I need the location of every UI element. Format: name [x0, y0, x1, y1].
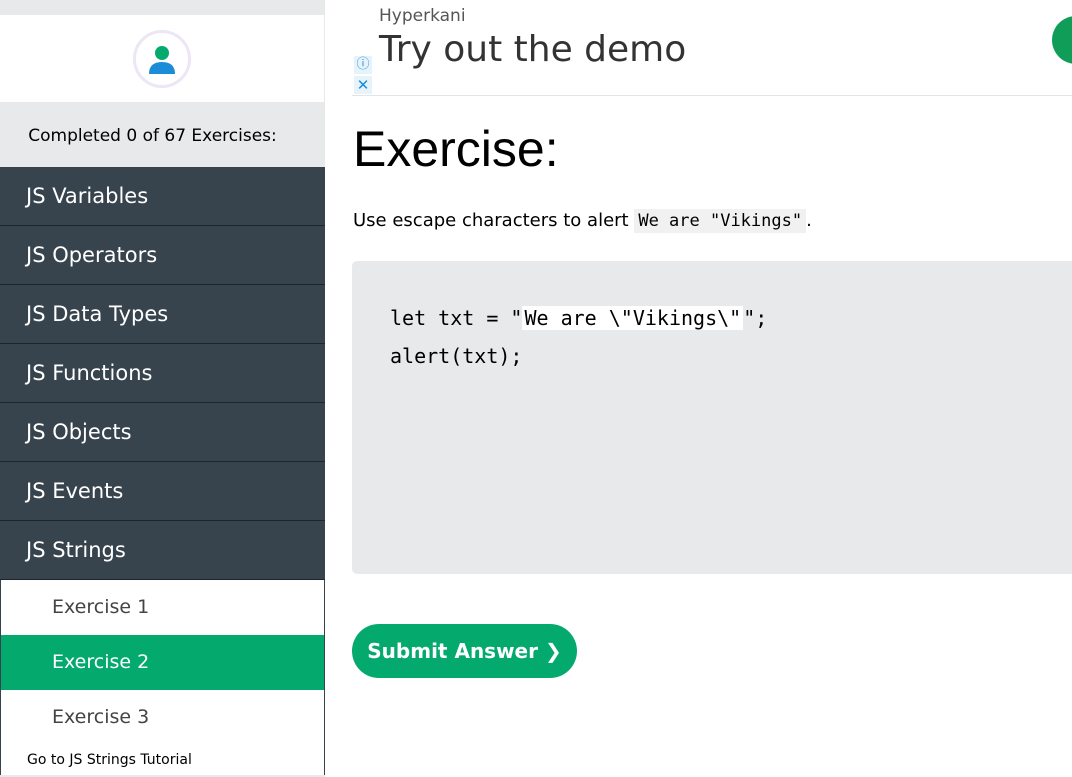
code-editor: let txt = " We are \"Vikings\" "; alert(tx…: [352, 261, 1072, 574]
close-icon[interactable]: ✕: [354, 76, 372, 94]
avatar-box: [0, 15, 324, 102]
instruction-suffix: .: [806, 210, 812, 231]
menu-item-js-events[interactable]: JS Events: [0, 462, 325, 521]
exercise-instruction: Use escape characters to alert We are "V…: [353, 209, 812, 233]
instruction-code: We are "Vikings": [634, 209, 807, 233]
menu-item-js-functions[interactable]: JS Functions: [0, 344, 325, 403]
code-line-1: let txt = " We are \"Vikings\" ";: [390, 306, 767, 330]
menu-item-js-data-types[interactable]: JS Data Types: [0, 285, 325, 344]
ad-cta-button[interactable]: [1052, 16, 1072, 64]
exercise-menu: JS Variables JS Operators JS Data Types …: [0, 167, 325, 775]
info-icon[interactable]: ⓘ: [354, 56, 372, 74]
menu-item-js-objects[interactable]: JS Objects: [0, 403, 325, 462]
code-line-1-suffix: ";: [743, 306, 768, 330]
page-title: Exercise:: [353, 121, 559, 177]
submit-answer-button[interactable]: Submit Answer ❯: [352, 624, 577, 678]
answer-input[interactable]: We are \"Vikings\": [522, 306, 744, 330]
instruction-text: Use escape characters to alert: [353, 210, 635, 231]
tutorial-link[interactable]: Go to JS Strings Tutorial: [1, 745, 324, 775]
sidebar-top-strip: [0, 0, 325, 15]
sidebar: Completed 0 of 67 Exercises: JS Variable…: [0, 0, 325, 777]
menu-item-js-strings[interactable]: JS Strings: [0, 521, 325, 580]
submenu-exercise-2[interactable]: Exercise 2: [1, 635, 324, 690]
progress-text: Completed 0 of 67 Exercises:: [28, 126, 277, 146]
menu-item-js-operators[interactable]: JS Operators: [0, 226, 325, 285]
user-icon: [149, 45, 175, 74]
avatar[interactable]: [133, 29, 191, 88]
ad-sponsor: Hyperkani: [379, 6, 466, 26]
menu-item-js-variables[interactable]: JS Variables: [0, 167, 325, 226]
ad-headline[interactable]: Try out the demo: [379, 29, 686, 70]
js-strings-submenu: Exercise 1 Exercise 2 Exercise 3 Go to J…: [0, 580, 325, 775]
code-line-1-prefix: let txt = ": [390, 306, 523, 330]
submenu-exercise-3[interactable]: Exercise 3: [1, 690, 324, 745]
ad-banner[interactable]: Hyperkani Try out the demo ⓘ ✕: [352, 0, 1072, 96]
code-line-2: alert(txt);: [390, 344, 523, 368]
submenu-exercise-1[interactable]: Exercise 1: [1, 580, 324, 635]
